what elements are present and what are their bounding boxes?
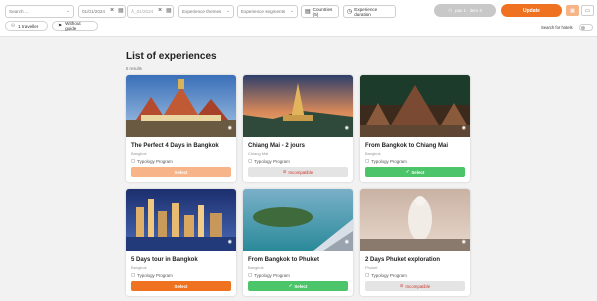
chevron-down-icon: ⌄	[225, 8, 230, 14]
flag-icon: ⚑	[58, 23, 63, 28]
card-city: Phuket	[365, 265, 378, 270]
program-icon: ▢	[248, 272, 253, 277]
select-button[interactable]: ✓ Select	[248, 281, 348, 291]
clear-icon[interactable]: ×	[158, 7, 162, 14]
experience-image	[243, 189, 353, 251]
date-to-field[interactable]: Å_01/2024 × ▦	[127, 5, 174, 18]
card-title: Chiang Mai - 2 jours	[248, 143, 306, 149]
search-input[interactable]: Search ... ⌄	[5, 5, 74, 18]
incompatible-button: ⊘ Incompatible	[365, 281, 465, 291]
card-typology: ▢ Typology Program	[248, 158, 290, 164]
clock-icon: ◷	[347, 8, 353, 15]
experience-image	[360, 189, 470, 251]
eye-icon[interactable]: ◉	[345, 239, 349, 245]
card-title: The Perfect 4 Days in Bangkok	[131, 143, 219, 149]
page-title: List of experiences	[126, 51, 217, 62]
experience-card[interactable]: ◉ 2 Days Phuket exploration Phuket ▢ Typo…	[360, 189, 470, 296]
traveller-selector[interactable]: ⚇ 1 traveller	[5, 21, 48, 31]
eye-icon[interactable]: ◉	[228, 125, 232, 131]
program-icon: ▢	[365, 158, 370, 163]
card-city: Chiang Mai	[248, 151, 269, 156]
calendar-icon[interactable]: ▦	[118, 7, 124, 14]
date-from-field[interactable]: 01/01/2024 × ▦	[78, 5, 126, 18]
card-typology: ▢ Typology Program	[131, 158, 173, 164]
map-view-button[interactable]: ▭	[581, 5, 594, 16]
guide-selector[interactable]: ⚑ Without guide	[52, 21, 98, 31]
check-icon: ✓	[288, 283, 293, 288]
card-city: Bangkok	[365, 151, 381, 156]
alert-icon: ⊘	[282, 169, 287, 174]
select-button[interactable]: Select	[131, 167, 231, 177]
card-city: Bangkok	[131, 265, 147, 270]
incompatible-button: ⊘ Incompatible	[248, 167, 348, 177]
countries-filter[interactable]: ▤ Countries (5)	[301, 5, 339, 18]
program-icon: ▢	[131, 158, 136, 163]
map-icon: ▤	[305, 8, 311, 15]
program-icon: ▢	[248, 158, 253, 163]
pax-summary-button[interactable]: ⚇ pax 1 · item 4	[434, 4, 496, 17]
results-count: 6 results	[126, 66, 142, 71]
card-typology: ▢ Typology Program	[131, 272, 173, 278]
check-icon: ✓	[405, 169, 410, 174]
experience-card[interactable]: ◉ The Perfect 4 Days in Bangkok Bangkok …	[126, 75, 236, 182]
card-typology: ▢ Typology Program	[365, 158, 407, 164]
card-typology: ▢ Typology Program	[365, 272, 407, 278]
experience-card[interactable]: ◉ Chiang Mai - 2 jours Chiang Mai ▢ Typol…	[243, 75, 353, 182]
eye-icon[interactable]: ◉	[462, 239, 466, 245]
alert-icon: ⊘	[399, 283, 404, 288]
experience-image	[126, 75, 236, 137]
grid-view-button[interactable]: ▦	[566, 5, 579, 16]
select-button[interactable]: Select	[131, 281, 231, 291]
card-city: Bangkok	[131, 151, 147, 156]
hotels-toggle[interactable]	[579, 24, 593, 31]
card-typology: ▢ Typology Program	[248, 272, 290, 278]
select-button[interactable]: ✓ Select	[365, 167, 465, 177]
calendar-icon[interactable]: ▦	[166, 7, 172, 14]
experience-image	[360, 75, 470, 137]
top-toolbar: Search ... ⌄ 01/01/2024 × ▦ Å_01/2024 × …	[0, 0, 597, 37]
experience-card[interactable]: ◉ From Bangkok to Chiang Mai Bangkok ▢ Ty…	[360, 75, 470, 182]
eye-icon[interactable]: ◉	[345, 125, 349, 131]
experience-card[interactable]: ◉ From Bangkok to Phuket Bangkok ▢ Typolo…	[243, 189, 353, 296]
hotels-toggle-label: Search for hotels	[541, 25, 573, 30]
eye-icon[interactable]: ◉	[462, 125, 466, 131]
experience-segments-select[interactable]: Experience segments ⌄	[237, 5, 298, 18]
program-icon: ▢	[365, 272, 370, 277]
program-icon: ▢	[131, 272, 136, 277]
clear-icon[interactable]: ×	[110, 7, 114, 14]
card-title: From Bangkok to Phuket	[248, 257, 320, 263]
chevron-down-icon: ⌄	[65, 8, 70, 14]
users-icon: ⚇	[11, 23, 16, 28]
card-title: 2 Days Phuket exploration	[365, 257, 441, 263]
card-title: From Bangkok to Chiang Mai	[365, 143, 449, 149]
eye-icon[interactable]: ◉	[228, 239, 232, 245]
update-button[interactable]: Update	[501, 4, 562, 17]
experience-card[interactable]: ◉ 5 Days tour in Bangkok Bangkok ▢ Typolo…	[126, 189, 236, 296]
chevron-down-icon: ⌄	[289, 8, 294, 14]
card-city: Bangkok	[248, 265, 264, 270]
experience-themes-select[interactable]: Experience themes ⌄	[178, 5, 234, 18]
experience-image	[243, 75, 353, 137]
card-title: 5 Days tour in Bangkok	[131, 257, 198, 263]
experience-image	[126, 189, 236, 251]
map-icon: ▭	[585, 7, 590, 14]
users-icon: ⚇	[448, 7, 453, 13]
grid-icon: ▦	[570, 7, 575, 14]
experience-duration-filter[interactable]: ◷ Experience duration	[343, 5, 396, 18]
